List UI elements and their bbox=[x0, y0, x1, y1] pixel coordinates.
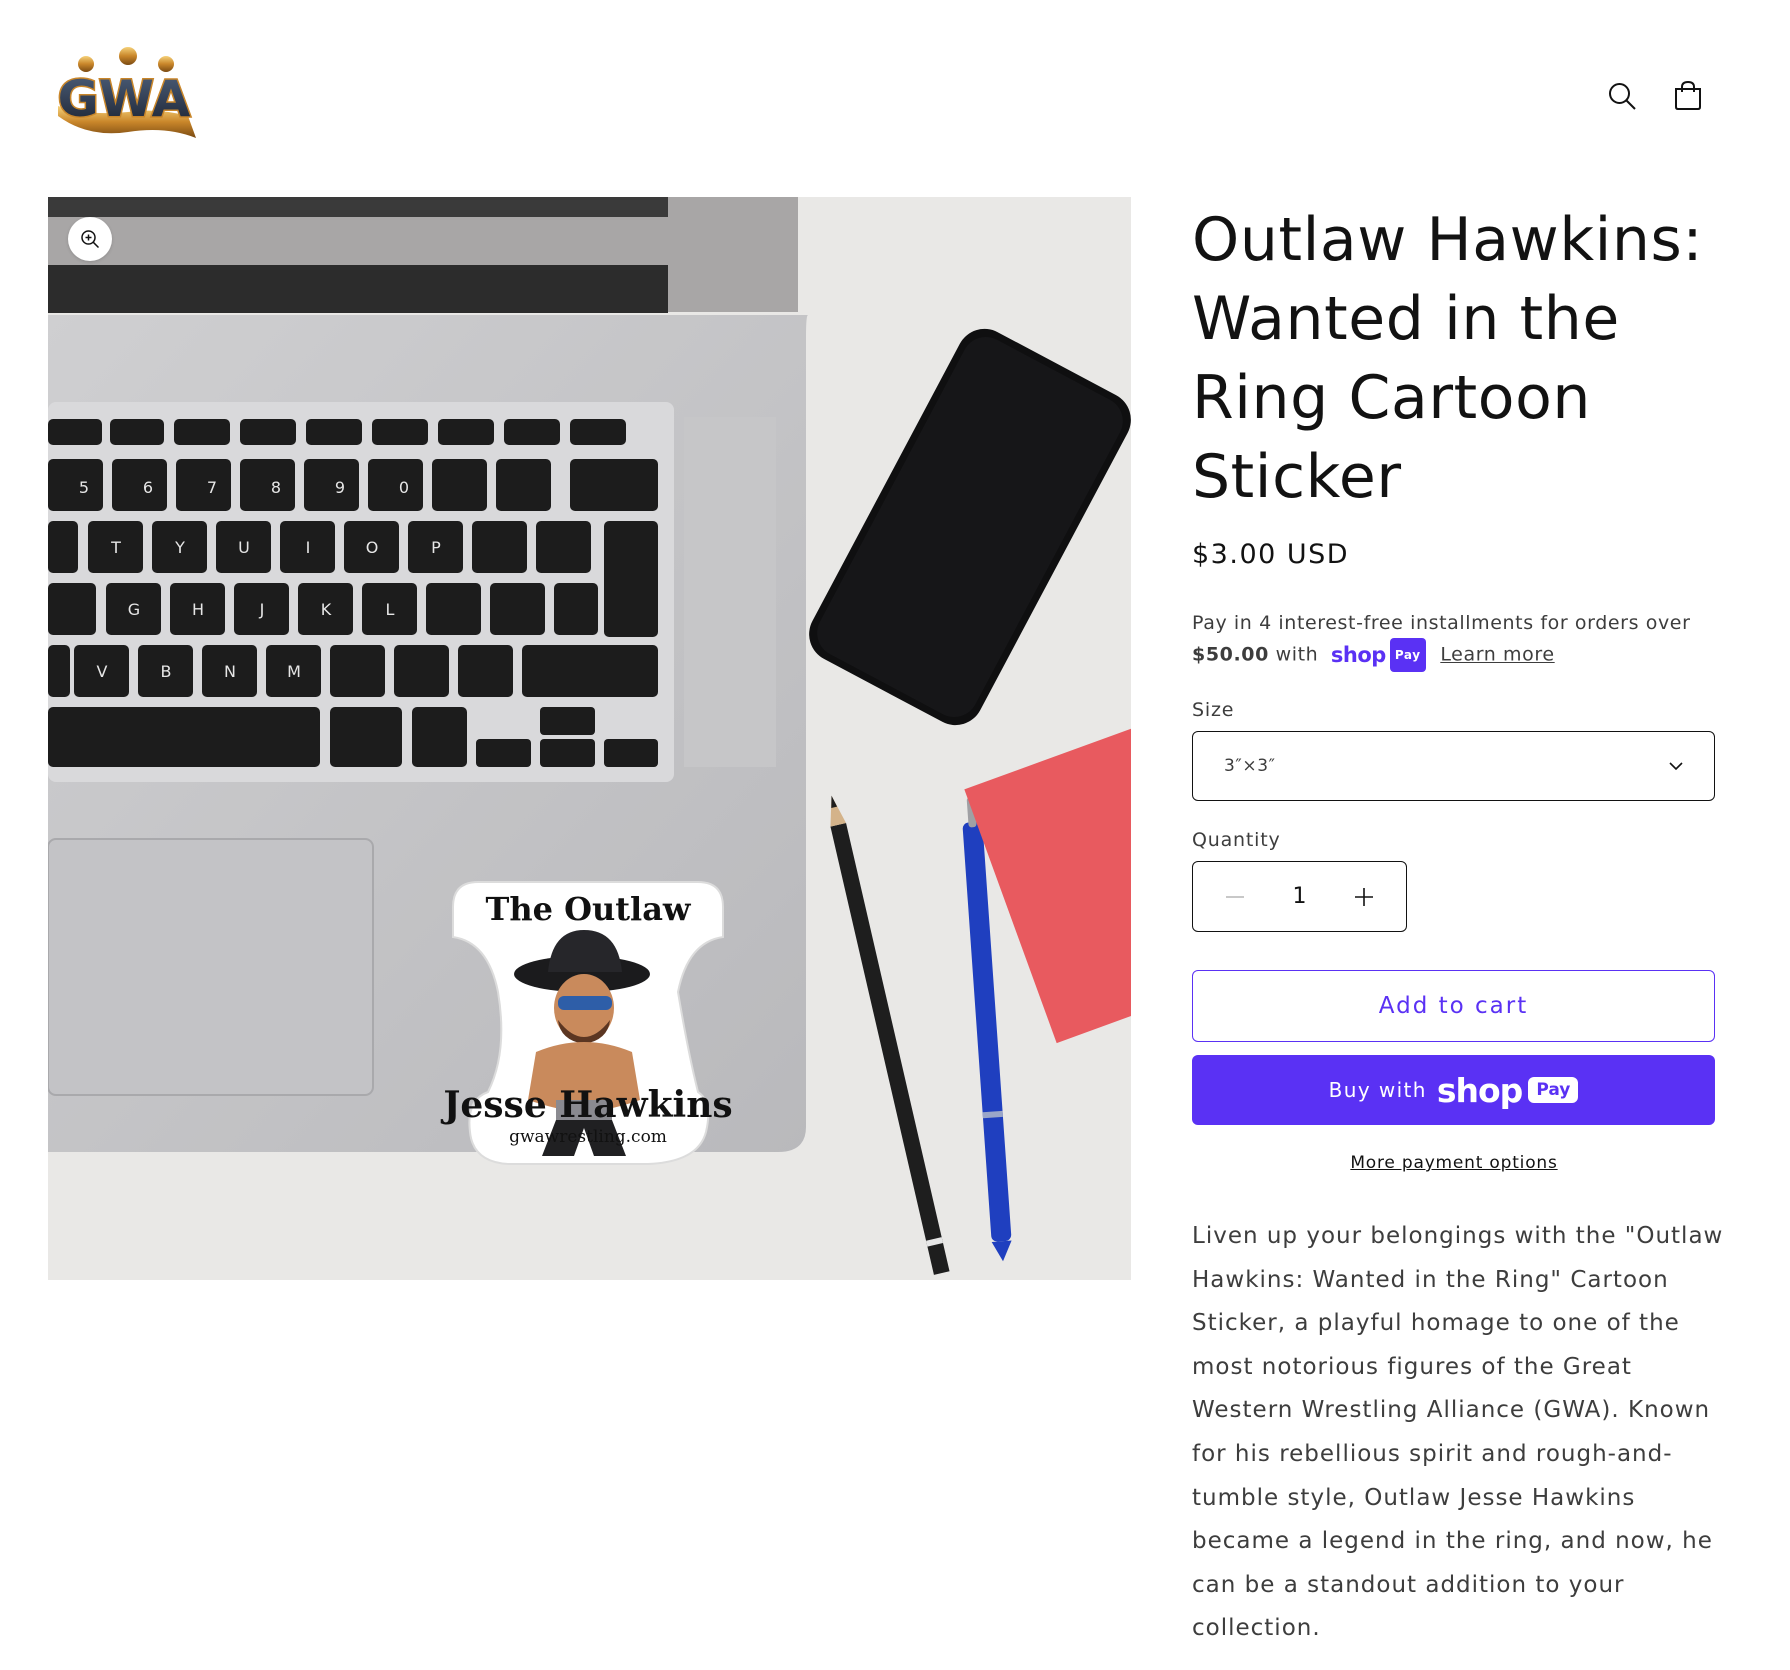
svg-text:K: K bbox=[321, 600, 332, 619]
svg-text:M: M bbox=[287, 662, 301, 681]
quantity-input[interactable]: 1 bbox=[1293, 884, 1307, 909]
search-icon bbox=[1609, 83, 1636, 110]
sticker-url: gwawrestling.com bbox=[509, 1127, 667, 1147]
product-info: Outlaw Hawkins: Wanted in the Ring Carto… bbox=[1192, 197, 1722, 1651]
svg-text:I: I bbox=[306, 538, 311, 557]
installments-banner: Pay in 4 interest-free installments for … bbox=[1192, 608, 1716, 672]
buy-pay-chip: Pay bbox=[1528, 1077, 1579, 1103]
product-title: Outlaw Hawkins: Wanted in the Ring Carto… bbox=[1192, 205, 1704, 512]
svg-text:Y: Y bbox=[174, 538, 185, 557]
buy-with-shop-pay-button[interactable]: Buy with shop Pay bbox=[1192, 1055, 1715, 1125]
buy-shop-word: shop bbox=[1436, 1070, 1523, 1110]
cart-icon bbox=[1675, 80, 1701, 110]
svg-text:7: 7 bbox=[207, 478, 217, 497]
size-select[interactable]: 3″×3″ bbox=[1192, 731, 1715, 801]
svg-text:0: 0 bbox=[399, 478, 409, 497]
svg-text:L: L bbox=[386, 600, 395, 619]
size-selected-value: 3″×3″ bbox=[1224, 756, 1276, 776]
learn-more-link[interactable]: Learn more bbox=[1440, 644, 1554, 666]
svg-text:H: H bbox=[192, 600, 204, 619]
svg-text:O: O bbox=[366, 538, 379, 557]
svg-text:U: U bbox=[238, 538, 250, 557]
installments-with: with bbox=[1275, 643, 1319, 666]
product-description: Liven up your belongings with the "Outla… bbox=[1192, 1223, 1724, 1642]
increase-quantity-button[interactable] bbox=[1342, 875, 1386, 919]
shop-pay-word: shop bbox=[1330, 643, 1386, 667]
svg-text:6: 6 bbox=[143, 478, 153, 497]
decrease-quantity-button[interactable] bbox=[1213, 875, 1257, 919]
chevron-down-icon bbox=[1669, 762, 1683, 771]
svg-text:9: 9 bbox=[335, 478, 345, 497]
sticker-heading: The Outlaw bbox=[486, 890, 692, 928]
svg-text:P: P bbox=[431, 538, 441, 557]
svg-text:J: J bbox=[259, 600, 265, 619]
sticker-name: Jesse Hawkins bbox=[440, 1084, 732, 1126]
shop-pay-chip: Pay bbox=[1389, 638, 1426, 672]
product-price: $3.00 USD bbox=[1192, 539, 1350, 570]
size-label: Size bbox=[1192, 699, 1235, 721]
product-photo: 5 6 7 8 9 0 T Y U I O P G H J K L V B N M The Outlaw … bbox=[48, 197, 1131, 1280]
svg-text:5: 5 bbox=[79, 478, 89, 497]
installments-threshold: $50.00 bbox=[1192, 643, 1269, 666]
search-button[interactable] bbox=[1598, 72, 1646, 120]
svg-text:B: B bbox=[161, 662, 172, 681]
buy-with-label: Buy with bbox=[1328, 1078, 1427, 1102]
svg-text:T: T bbox=[110, 538, 121, 557]
more-payment-options-link[interactable]: More payment options bbox=[1192, 1153, 1716, 1173]
svg-text:8: 8 bbox=[271, 478, 281, 497]
zoom-button[interactable] bbox=[68, 217, 112, 261]
zoom-in-icon bbox=[81, 230, 100, 249]
svg-text:V: V bbox=[97, 662, 108, 681]
shop-pay-logo: shop Pay bbox=[1331, 638, 1426, 672]
quantity-label: Quantity bbox=[1192, 829, 1281, 851]
site-header: GWA bbox=[0, 0, 1790, 190]
add-to-cart-button[interactable]: Add to cart bbox=[1192, 970, 1715, 1042]
svg-text:N: N bbox=[224, 662, 236, 681]
svg-text:G: G bbox=[128, 600, 140, 619]
cart-button[interactable] bbox=[1664, 72, 1712, 120]
quantity-stepper: 1 bbox=[1192, 861, 1407, 932]
logo-lettering: GWA bbox=[58, 70, 191, 128]
gwa-logo[interactable]: GWA bbox=[48, 46, 200, 146]
minus-icon bbox=[1226, 895, 1244, 898]
product-image[interactable]: 5 6 7 8 9 0 T Y U I O P G H J K L V B N M The Outlaw … bbox=[48, 197, 1131, 1280]
installments-text: Pay in 4 interest-free installments for … bbox=[1192, 612, 1691, 634]
plus-icon bbox=[1355, 887, 1373, 906]
